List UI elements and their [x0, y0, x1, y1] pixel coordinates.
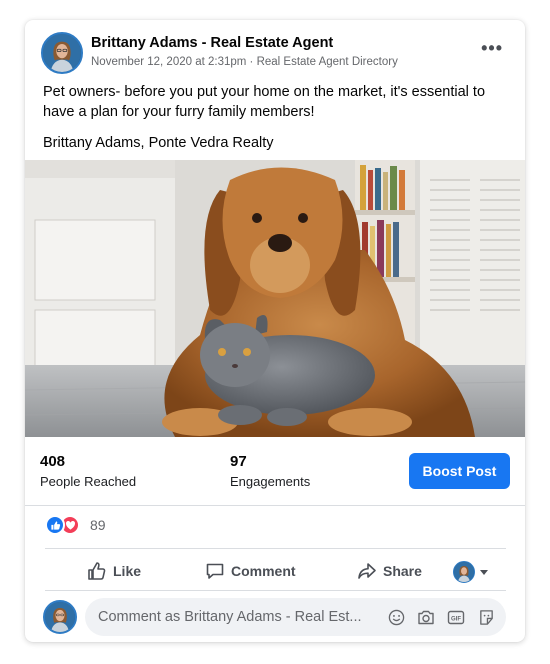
svg-text:GIF: GIF [451, 616, 461, 622]
post-text-line: Pet owners- before you put your home on … [43, 84, 486, 120]
share-icon [358, 563, 376, 579]
post-stats: 408 People Reached 97 Engagements Boost … [25, 437, 525, 505]
post-header: Brittany Adams - Real Estate Agent Novem… [25, 20, 525, 80]
comment-tools: GIF [386, 607, 496, 627]
divider [45, 548, 506, 549]
camera-icon[interactable] [416, 607, 436, 627]
post-image[interactable] [25, 160, 525, 437]
gif-icon[interactable]: GIF [446, 607, 466, 627]
author-avatar[interactable] [41, 32, 83, 74]
boost-post-button[interactable]: Boost Post [409, 453, 510, 489]
more-options-icon[interactable]: ••• [481, 38, 503, 59]
post-actions: Like Comment Share [45, 552, 506, 590]
post-as-selector[interactable] [453, 561, 488, 583]
divider [45, 590, 506, 591]
comment-icon [206, 563, 224, 579]
comment-placeholder: Comment as Brittany Adams - Real Est... [98, 609, 362, 625]
share-button[interactable]: Share [357, 557, 422, 585]
divider [25, 505, 525, 506]
like-button[interactable]: Like [87, 557, 141, 585]
post-card: Brittany Adams - Real Estate Agent Novem… [25, 20, 525, 642]
post-signature: Brittany Adams, Ponte Vedra Realty [43, 135, 274, 151]
share-label: Share [383, 563, 422, 579]
commenter-avatar[interactable] [43, 600, 77, 634]
like-icon [88, 562, 106, 580]
engagements-value: 97 [230, 453, 247, 470]
author-name[interactable]: Brittany Adams - Real Estate Agent [91, 35, 333, 51]
chevron-down-icon [480, 569, 488, 575]
engagements-label: Engagements [230, 474, 311, 489]
comment-input[interactable]: Comment as Brittany Adams - Real Est... … [85, 598, 506, 636]
people-reached-value: 408 [40, 453, 66, 470]
sticker-icon[interactable] [476, 607, 496, 627]
like-label: Like [113, 563, 142, 579]
like-reaction-icon [45, 515, 65, 535]
people-reached-label: People Reached [40, 474, 137, 489]
comment-button[interactable]: Comment [205, 557, 296, 585]
profile-avatar [453, 561, 475, 583]
reaction-count[interactable]: 89 [90, 517, 106, 533]
comment-label: Comment [231, 563, 296, 579]
emoji-icon[interactable] [386, 607, 406, 627]
post-meta[interactable]: November 12, 2020 at 2:31pm · Real Estat… [91, 56, 398, 68]
comment-composer: Comment as Brittany Adams - Real Est... … [43, 598, 513, 636]
post-text: Pet owners- before you put your home on … [43, 82, 513, 164]
